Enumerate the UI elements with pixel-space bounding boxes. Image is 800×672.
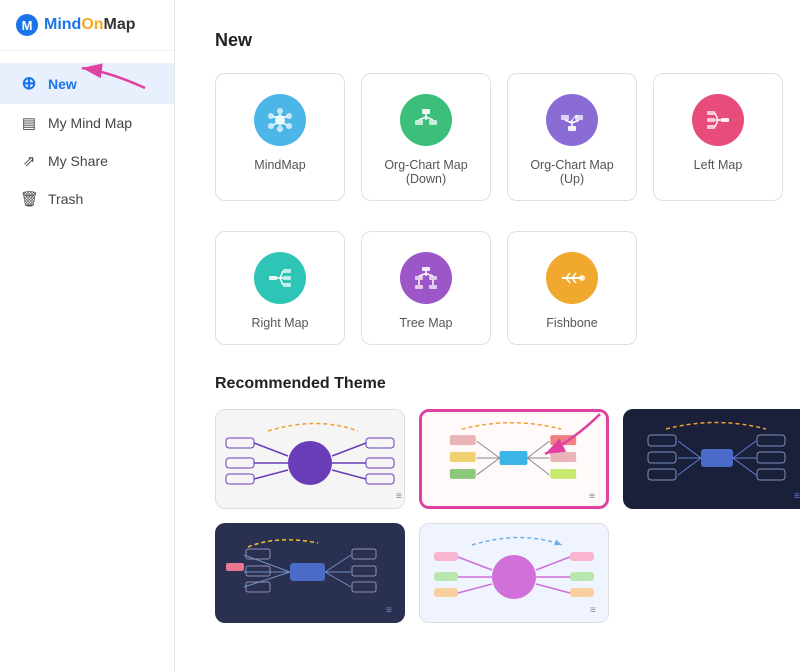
rec-section-title: Recommended Theme bbox=[215, 375, 760, 393]
theme-card-5[interactable]: ≡ bbox=[419, 523, 609, 623]
orgdown-icon bbox=[400, 94, 452, 146]
logo-text: MindOnMap bbox=[44, 16, 136, 34]
rightmap-label: Right Map bbox=[252, 316, 309, 330]
svg-text:≡: ≡ bbox=[794, 491, 800, 502]
sidebar-item-my-share[interactable]: ⇗ My Share bbox=[0, 142, 174, 180]
fishbone-label: Fishbone bbox=[546, 316, 597, 330]
treemap-icon bbox=[400, 252, 452, 304]
orgdown-label: Org-Chart Map (Down) bbox=[372, 158, 480, 186]
map-grid-row1: MindMap Org-Chart Map (D bbox=[215, 73, 760, 201]
orgup-icon: ⎇ bbox=[546, 94, 598, 146]
sidebar-item-new-label: New bbox=[48, 76, 77, 92]
svg-text:⎇: ⎇ bbox=[567, 114, 579, 125]
sidebar-nav: ⊕ New ▤ My Mind Map ⇗ My Share 🗑 Trash bbox=[0, 51, 174, 230]
theme-card-3[interactable]: ≡ bbox=[623, 409, 800, 509]
map-card-mindmap[interactable]: MindMap bbox=[215, 73, 345, 201]
treemap-label: Tree Map bbox=[399, 316, 452, 330]
svg-text:≡: ≡ bbox=[590, 605, 596, 616]
logo-icon: M bbox=[16, 14, 38, 36]
sidebar: M MindOnMap ⊕ New ▤ My Mind Map ⇗ My Sha… bbox=[0, 0, 175, 672]
sidebar-item-new[interactable]: ⊕ New bbox=[0, 63, 174, 104]
theme-grid: ≡ bbox=[215, 409, 760, 623]
app-logo: M MindOnMap bbox=[0, 0, 174, 51]
new-section: New bbox=[215, 30, 760, 345]
sidebar-item-my-mind-map[interactable]: ▤ My Mind Map bbox=[0, 104, 174, 142]
rightmap-icon bbox=[254, 252, 306, 304]
map-card-org-up[interactable]: ⎇ Org-Chart Map (Up) bbox=[507, 73, 637, 201]
leftmap-icon bbox=[692, 94, 744, 146]
map-card-left-map[interactable]: Left Map bbox=[653, 73, 783, 201]
map-card-right-map[interactable]: Right Map bbox=[215, 231, 345, 345]
new-icon: ⊕ bbox=[20, 73, 38, 94]
my-share-icon: ⇗ bbox=[20, 152, 38, 170]
map-card-fishbone[interactable]: Fishbone bbox=[507, 231, 637, 345]
svg-text:≡: ≡ bbox=[589, 491, 595, 502]
my-mind-map-icon: ▤ bbox=[20, 114, 38, 132]
fishbone-icon bbox=[546, 252, 598, 304]
theme-card-2[interactable]: ≡ bbox=[419, 409, 609, 509]
leftmap-label: Left Map bbox=[694, 158, 743, 172]
sidebar-item-trash-label: Trash bbox=[48, 191, 83, 207]
new-section-title: New bbox=[215, 30, 760, 51]
orgup-label: Org-Chart Map (Up) bbox=[518, 158, 626, 186]
map-card-org-down[interactable]: Org-Chart Map (Down) bbox=[361, 73, 491, 201]
recommended-theme-section: Recommended Theme bbox=[215, 375, 760, 623]
main-content: New bbox=[175, 0, 800, 672]
map-grid-row2: Right Map bbox=[215, 231, 760, 345]
mindmap-icon bbox=[254, 94, 306, 146]
svg-text:≡: ≡ bbox=[386, 605, 392, 616]
svg-text:≡: ≡ bbox=[396, 491, 402, 502]
theme-card-1[interactable]: ≡ bbox=[215, 409, 405, 509]
map-card-tree-map[interactable]: Tree Map bbox=[361, 231, 491, 345]
sidebar-item-my-share-label: My Share bbox=[48, 153, 108, 169]
theme-card-4[interactable]: ≡ bbox=[215, 523, 405, 623]
sidebar-item-my-mind-map-label: My Mind Map bbox=[48, 115, 132, 131]
sidebar-item-trash[interactable]: 🗑 Trash bbox=[0, 180, 174, 218]
mindmap-label: MindMap bbox=[254, 158, 305, 172]
trash-icon: 🗑 bbox=[20, 190, 38, 208]
